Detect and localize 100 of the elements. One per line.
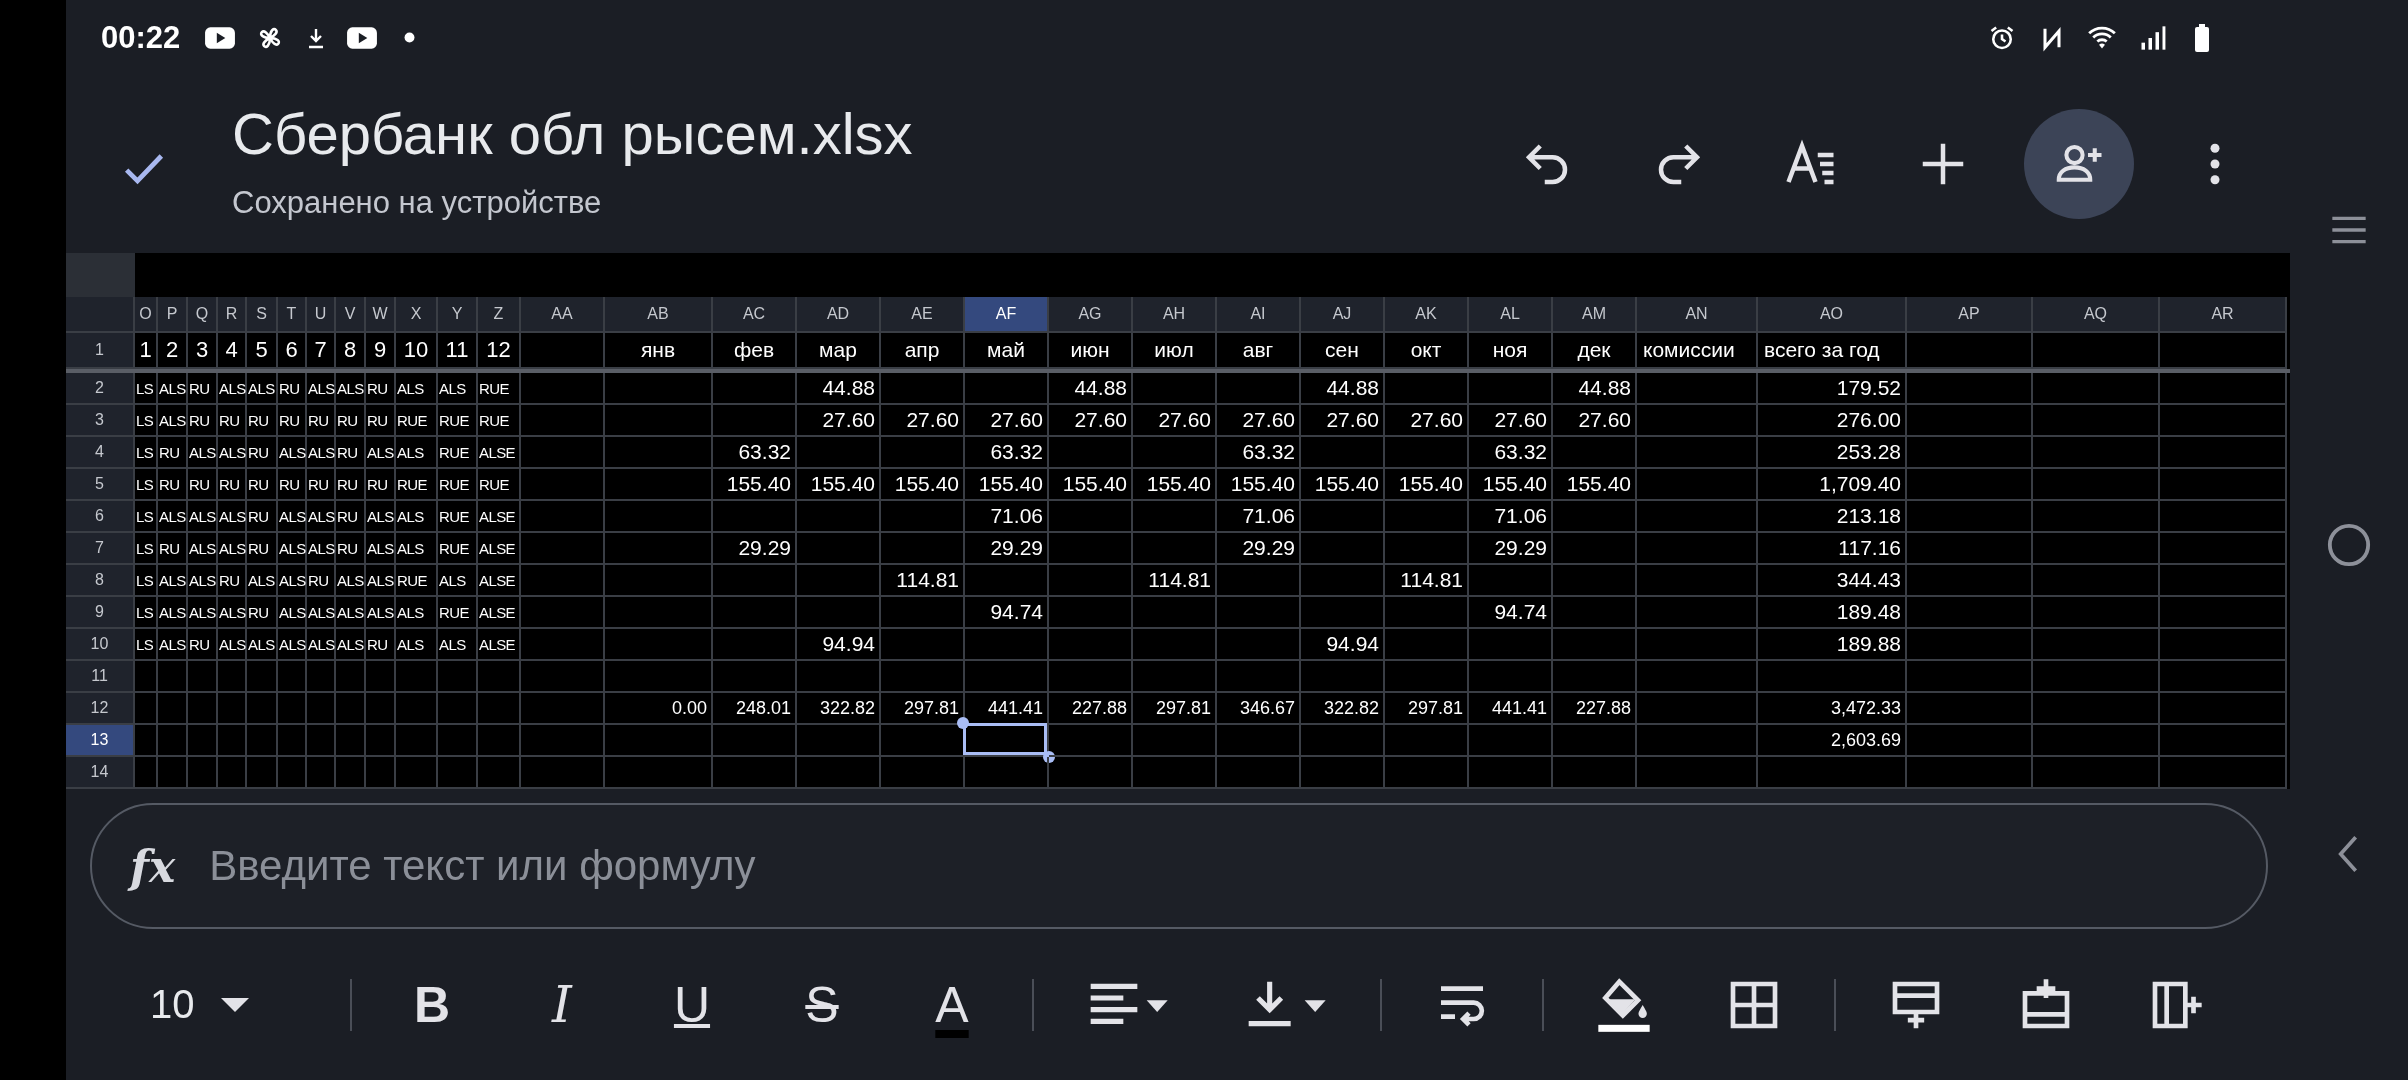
column-header[interactable]: AQ <box>2033 297 2160 333</box>
column-header[interactable]: AR <box>2160 297 2287 333</box>
table-cell: 94.74 <box>1469 597 1553 629</box>
row-header[interactable]: 7 <box>66 533 135 565</box>
table-cell: дек <box>1553 333 1637 369</box>
table-cell: ALS <box>307 597 336 629</box>
table-cell: 297.81 <box>1385 693 1469 725</box>
table-cell <box>307 725 336 757</box>
table-cell: RU <box>366 629 396 661</box>
column-header[interactable]: O <box>135 297 158 333</box>
table-cell <box>158 661 188 693</box>
table-cell <box>478 661 521 693</box>
column-header[interactable]: Q <box>188 297 218 333</box>
column-header[interactable]: AK <box>1385 297 1469 333</box>
table-cell: RUE <box>438 597 478 629</box>
table-cell: ALS <box>438 373 478 405</box>
table-cell <box>336 693 366 725</box>
table-cell <box>438 661 478 693</box>
table-cell: фев <box>713 333 797 369</box>
column-header[interactable]: X <box>396 297 438 333</box>
table-cell: LS <box>135 469 158 501</box>
column-header[interactable]: AG <box>1049 297 1133 333</box>
column-header[interactable]: AM <box>1553 297 1637 333</box>
row-header[interactable]: 14 <box>66 757 135 789</box>
table-cell: май <box>965 333 1049 369</box>
column-header[interactable]: AL <box>1469 297 1553 333</box>
column-header[interactable]: AN <box>1637 297 1758 333</box>
column-header[interactable]: AH <box>1133 297 1217 333</box>
table-cell: 155.40 <box>1049 469 1133 501</box>
table-cell <box>396 693 438 725</box>
italic-button[interactable]: I <box>512 969 612 1040</box>
table-cell: ALS <box>278 629 307 661</box>
fill-color-icon[interactable] <box>1596 976 1652 1033</box>
table-cell: 114.81 <box>1133 565 1217 597</box>
table-cell: 3,472.33 <box>1758 693 1907 725</box>
table-cell: окт <box>1385 333 1469 369</box>
strikethrough-button[interactable]: S <box>772 969 872 1040</box>
row-header[interactable]: 5 <box>66 469 135 501</box>
table-cell: ALS <box>158 565 188 597</box>
formula-input-field[interactable]: Введите текст или формулу <box>207 841 2266 891</box>
table-cell <box>278 693 307 725</box>
column-header[interactable]: AB <box>605 297 713 333</box>
selection-handle[interactable] <box>957 717 969 729</box>
column-header[interactable]: W <box>366 297 396 333</box>
home-icon[interactable] <box>2326 522 2372 568</box>
column-header[interactable]: AJ <box>1301 297 1385 333</box>
formula-field[interactable]: fx Введите текст или формулу <box>90 803 2268 929</box>
column-header[interactable]: U <box>307 297 336 333</box>
row-header[interactable]: 9 <box>66 597 135 629</box>
table-cell: ALS <box>218 373 247 405</box>
text-color-button[interactable]: A <box>902 969 1002 1040</box>
column-header[interactable]: AC <box>713 297 797 333</box>
column-header[interactable]: T <box>278 297 307 333</box>
table-cell: ALS <box>307 629 336 661</box>
table-cell <box>278 661 307 693</box>
column-header[interactable]: Z <box>478 297 521 333</box>
table-cell: RU <box>247 501 278 533</box>
column-header[interactable]: AF <box>965 297 1049 333</box>
column-header[interactable]: P <box>158 297 188 333</box>
table-cell <box>336 725 366 757</box>
row-header[interactable]: 3 <box>66 405 135 437</box>
select-all-cell[interactable] <box>66 297 135 333</box>
column-header[interactable]: AD <box>797 297 881 333</box>
column-header[interactable]: R <box>218 297 247 333</box>
table-cell: ALS <box>278 533 307 565</box>
table-cell: 27.60 <box>1217 405 1301 437</box>
row-header[interactable]: 1 <box>66 333 135 369</box>
table-cell: 6 <box>278 333 307 369</box>
row-header[interactable]: 11 <box>66 661 135 693</box>
font-size-dropdown[interactable]: 10 <box>150 982 320 1027</box>
underline-button[interactable]: U <box>642 969 742 1040</box>
table-cell <box>478 693 521 725</box>
row-header[interactable]: 6 <box>66 501 135 533</box>
table-cell <box>438 693 478 725</box>
bold-button[interactable]: B <box>382 969 482 1040</box>
column-header[interactable]: V <box>336 297 366 333</box>
table-cell <box>158 757 188 789</box>
column-header[interactable]: AP <box>1907 297 2033 333</box>
column-header[interactable]: S <box>247 297 278 333</box>
table-cell: 27.60 <box>797 405 881 437</box>
column-header[interactable]: AE <box>881 297 965 333</box>
corner-cell[interactable] <box>66 253 135 297</box>
column-header[interactable]: AO <box>1758 297 1907 333</box>
table-cell: 27.60 <box>1553 405 1637 437</box>
column-header[interactable]: AA <box>521 297 605 333</box>
table-cell: 344.43 <box>1758 565 1907 597</box>
row-header[interactable]: 8 <box>66 565 135 597</box>
row-header[interactable]: 10 <box>66 629 135 661</box>
row-header[interactable]: 4 <box>66 437 135 469</box>
column-header[interactable]: Y <box>438 297 478 333</box>
table-cell: 155.40 <box>713 469 797 501</box>
table-cell: 1 <box>135 333 158 369</box>
table-cell: ALS <box>366 533 396 565</box>
row-header[interactable]: 2 <box>66 373 135 405</box>
row-header[interactable]: 12 <box>66 693 135 725</box>
table-cell: RU <box>218 565 247 597</box>
table-cell: июн <box>1049 333 1133 369</box>
row-header[interactable]: 13 <box>66 725 135 757</box>
column-header[interactable]: AI <box>1217 297 1301 333</box>
table-cell: 44.88 <box>1049 373 1133 405</box>
